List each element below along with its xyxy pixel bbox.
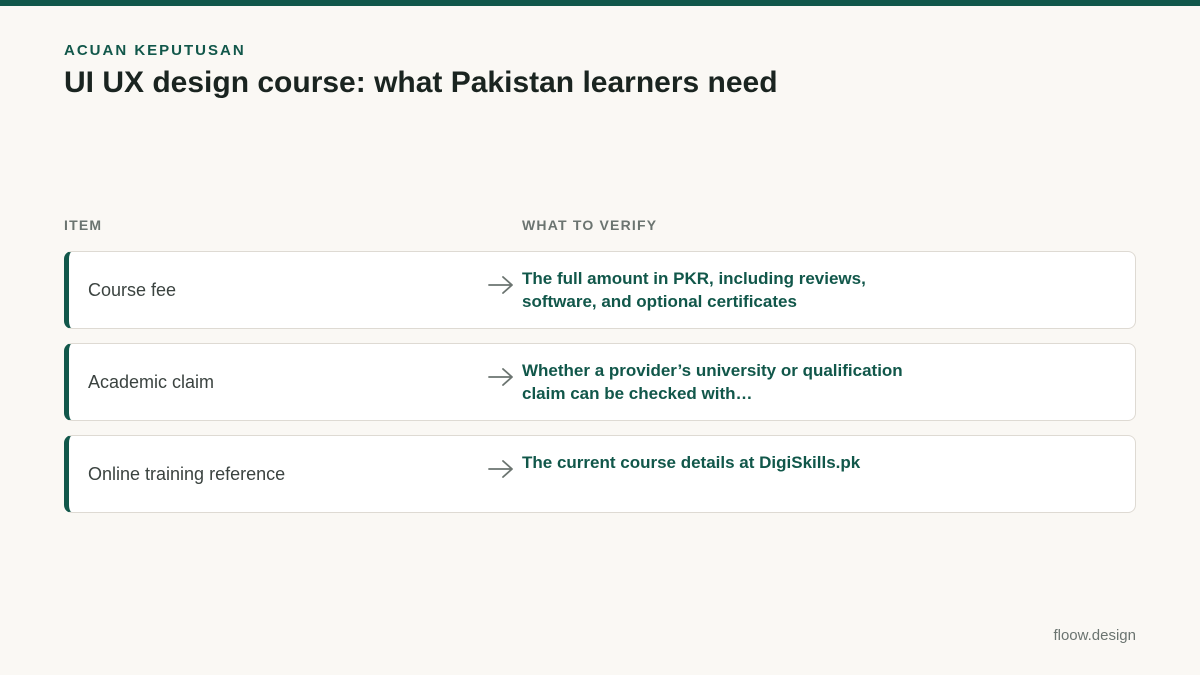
- table-row: Online training reference The current co…: [64, 435, 1136, 513]
- row-verify-text: The current course details at DigiSkills…: [522, 453, 861, 472]
- column-header-item: ITEM: [64, 217, 103, 233]
- table-row: Academic claim Whether a provider’s univ…: [64, 343, 1136, 421]
- row-verify-text: The full amount in PKR, including review…: [522, 269, 866, 311]
- top-accent-bar: [0, 0, 1200, 6]
- footer-brand: floow.design: [1053, 627, 1136, 644]
- row-item-label: Academic claim: [88, 372, 215, 392]
- eyebrow-label: ACUAN KEPUTUSAN: [64, 42, 246, 59]
- column-header-verify: WHAT TO VERIFY: [522, 217, 658, 233]
- row-verify-text: Whether a provider’s university or quali…: [522, 361, 903, 403]
- row-item-label: Online training reference: [88, 464, 286, 484]
- row-item-label: Course fee: [88, 280, 177, 300]
- arrow-right-icon: [488, 276, 513, 294]
- page-title: UI UX design course: what Pakistan learn…: [64, 66, 778, 99]
- arrow-right-icon: [488, 368, 513, 386]
- table-row: Course fee The full amount in PKR, inclu…: [64, 251, 1136, 329]
- arrow-right-icon: [488, 460, 513, 478]
